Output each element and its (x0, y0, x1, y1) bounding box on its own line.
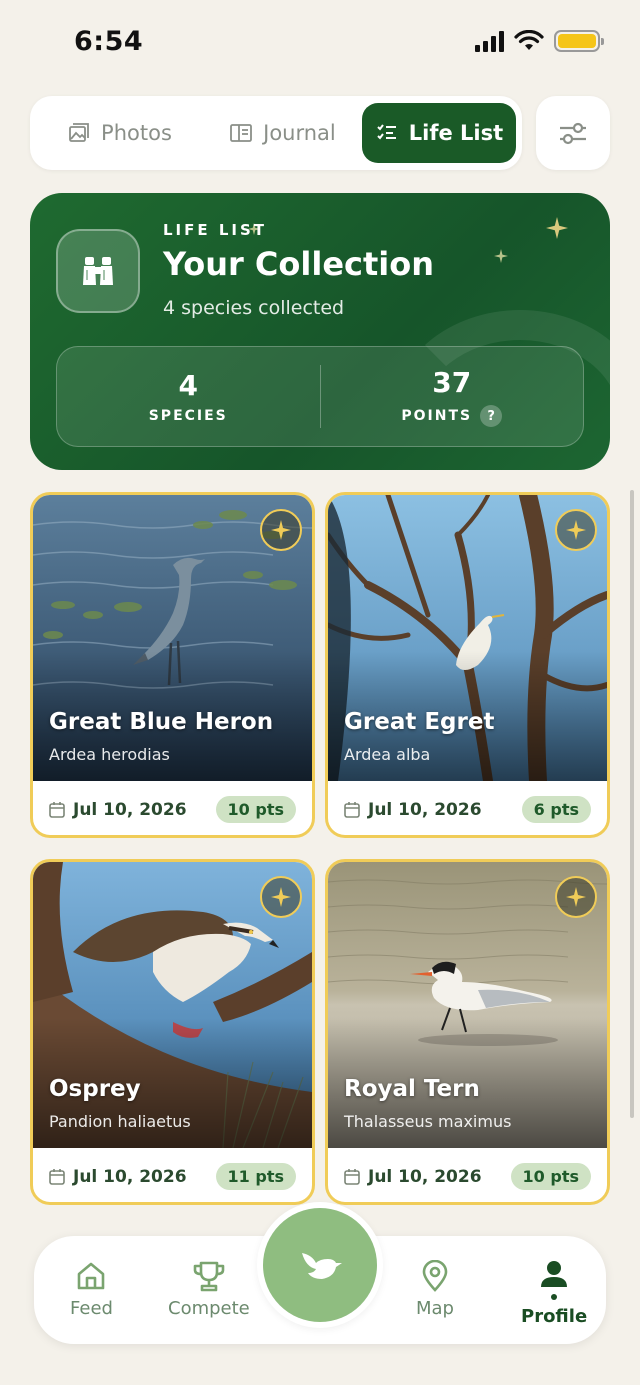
card-footer: Jul 10, 2026 10 pts (33, 781, 312, 835)
star-badge-icon (555, 509, 597, 551)
sighting-date: Jul 10, 2026 (49, 800, 187, 820)
hero-subtitle: 4 species collected (163, 297, 345, 319)
card-footer: Jul 10, 2026 11 pts (33, 1148, 312, 1202)
photo-icon (69, 123, 89, 142)
species-card[interactable]: Great Blue Heron Ardea herodias Jul 10, … (30, 492, 315, 838)
nav-map[interactable]: Map (416, 1260, 454, 1319)
species-card[interactable]: Great Egret Ardea alba Jul 10, 2026 6 pt… (325, 492, 610, 838)
sighting-date: Jul 10, 2026 (344, 800, 482, 820)
battery-icon (554, 30, 604, 52)
calendar-icon (344, 802, 360, 818)
species-grid: Great Blue Heron Ardea herodias Jul 10, … (30, 492, 610, 1205)
journal-icon (230, 124, 253, 142)
active-indicator (551, 1294, 558, 1300)
add-sighting-button[interactable] (257, 1202, 383, 1328)
tab-photos-label: Photos (101, 121, 172, 145)
tab-journal[interactable]: Journal (203, 103, 362, 163)
scrollbar[interactable] (630, 490, 634, 1118)
species-name: Royal Tern (344, 1076, 480, 1102)
stat-species-label: SPECIES (148, 408, 228, 424)
wifi-icon (514, 30, 544, 50)
help-icon[interactable]: ? (480, 405, 503, 427)
sparkle-icon (546, 217, 568, 239)
points-badge: 11 pts (215, 1163, 296, 1190)
map-pin-icon (422, 1260, 448, 1292)
status-time: 6:54 (74, 26, 144, 57)
calendar-icon (49, 802, 65, 818)
species-card[interactable]: Royal Tern Thalasseus maximus Jul 10, 20… (325, 859, 610, 1205)
calendar-icon (49, 1169, 65, 1185)
cellular-signal-icon (475, 30, 504, 52)
species-name: Great Blue Heron (49, 709, 274, 735)
life-list-hero: LIFE LIST Your Collection 4 species coll… (30, 193, 610, 470)
star-badge-icon (260, 876, 302, 918)
hero-stats: 4 SPECIES 37 POINTS ? (56, 346, 584, 447)
filter-button[interactable] (536, 96, 610, 170)
bird-icon (302, 1253, 342, 1279)
tab-life-list[interactable]: Life List (361, 103, 516, 163)
hero-eyebrow: LIFE LIST (163, 221, 268, 239)
status-bar: 6:54 (0, 0, 640, 84)
species-scientific-name: Ardea alba (344, 745, 431, 764)
points-badge: 6 pts (521, 796, 591, 823)
calendar-icon (344, 1169, 360, 1185)
species-scientific-name: Thalasseus maximus (344, 1112, 512, 1131)
stat-species: 4 SPECIES (57, 347, 320, 446)
species-scientific-name: Ardea herodias (49, 745, 170, 764)
sighting-date: Jul 10, 2026 (344, 1167, 482, 1187)
binoculars-icon (83, 257, 113, 285)
tab-life-list-label: Life List (408, 121, 504, 145)
star-badge-icon (555, 876, 597, 918)
sparkle-icon (494, 249, 508, 263)
species-card[interactable]: Osprey Pandion haliaetus Jul 10, 2026 11… (30, 859, 315, 1205)
tab-photos[interactable]: Photos (36, 103, 203, 163)
status-icons (475, 30, 604, 52)
species-name: Great Egret (344, 709, 495, 735)
card-footer: Jul 10, 2026 6 pts (328, 781, 607, 835)
species-scientific-name: Pandion haliaetus (49, 1112, 191, 1131)
stat-points: 37 POINTS ? (321, 347, 584, 446)
points-badge: 10 pts (510, 1163, 591, 1190)
person-icon (541, 1261, 568, 1287)
star-badge-icon (260, 509, 302, 551)
sliders-icon (560, 122, 586, 145)
checklist-icon (377, 124, 396, 140)
tab-journal-label: Journal (263, 121, 336, 145)
trophy-icon (193, 1261, 225, 1292)
hero-title: Your Collection (163, 245, 435, 283)
nav-compete[interactable]: Compete (168, 1260, 250, 1319)
home-icon (78, 1262, 105, 1290)
nav-feed[interactable]: Feed (70, 1260, 113, 1319)
hero-icon-box (56, 229, 140, 313)
stat-points-label: POINTS ? (401, 405, 503, 427)
nav-profile[interactable]: Profile (521, 1260, 587, 1327)
stat-species-value: 4 (178, 369, 198, 402)
card-footer: Jul 10, 2026 10 pts (328, 1148, 607, 1202)
stat-points-value: 37 (432, 366, 472, 399)
points-badge: 10 pts (215, 796, 296, 823)
view-tabs: Photos Journal Life List (30, 96, 522, 170)
sighting-date: Jul 10, 2026 (49, 1167, 187, 1187)
species-name: Osprey (49, 1076, 141, 1102)
